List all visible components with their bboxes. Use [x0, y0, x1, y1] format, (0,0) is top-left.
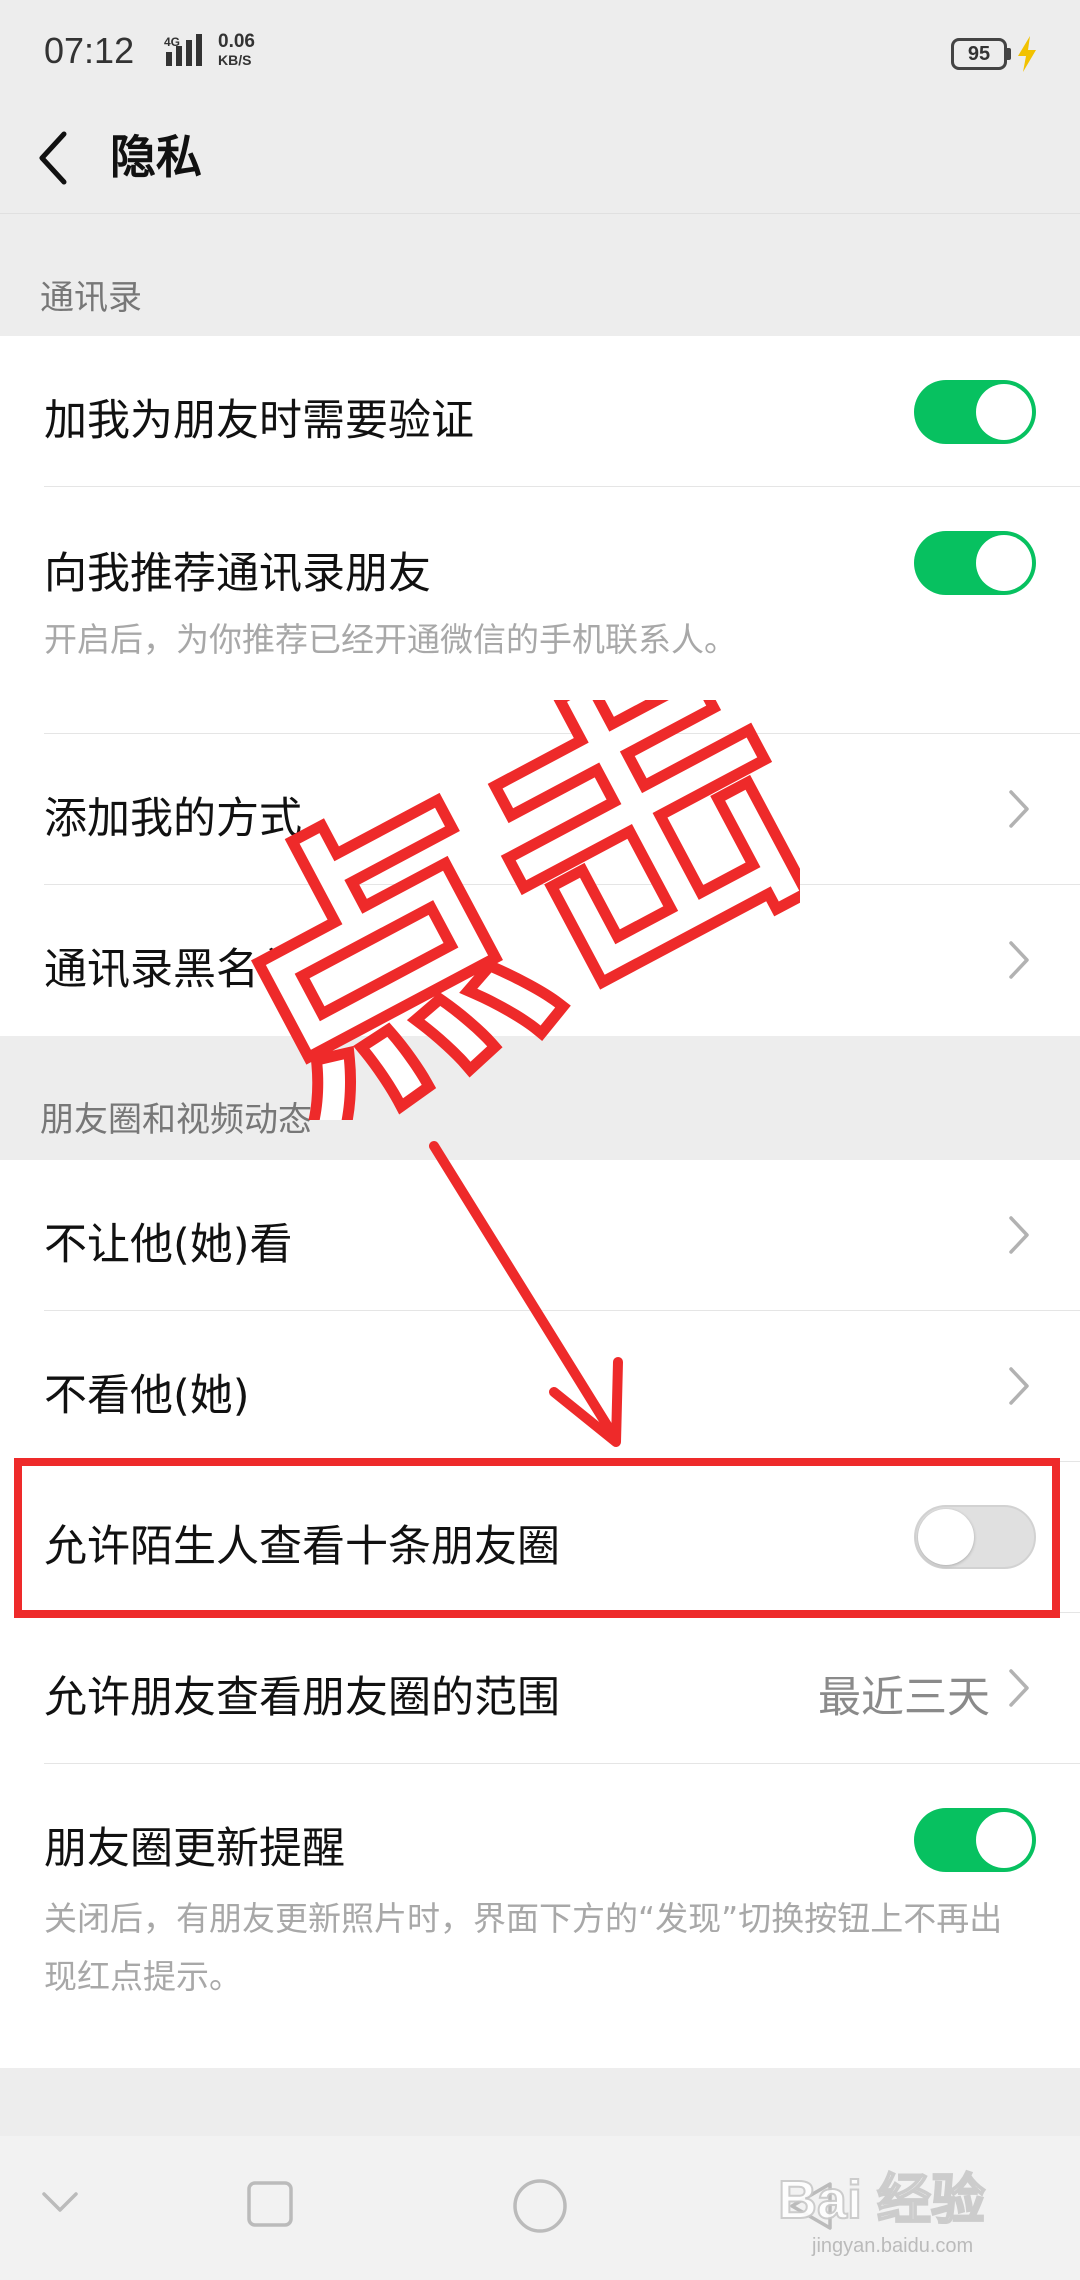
status-bar: 07:12 4G 0.06 KB/S 95 [0, 0, 1080, 110]
visible-range-value: 最近三天 [818, 1673, 990, 1723]
page-title: 隐私 [110, 130, 202, 184]
row-description: 开启后，为你推荐已经开通微信的手机联系人。 [44, 620, 737, 659]
toggle-knob [976, 535, 1032, 591]
signal-icon: 4G [164, 34, 202, 66]
toggle-knob [976, 1812, 1032, 1868]
chevron-right-icon [1009, 790, 1029, 828]
annotation-text: 点击 [240, 700, 800, 1120]
charging-bolt-icon [1018, 36, 1036, 72]
speed-unit: KB/S [218, 52, 252, 68]
annotation-highlight-box [14, 1458, 1060, 1618]
row-friend-verification[interactable]: 加我为朋友时需要验证 [0, 336, 1080, 486]
row-label: 不让他(她)看 [44, 1220, 293, 1270]
toggle-knob [976, 384, 1032, 440]
section-header-contacts: 通讯录 [40, 278, 142, 318]
recommend-contacts-toggle[interactable] [914, 531, 1036, 595]
status-time: 07:12 [44, 30, 135, 71]
chevron-right-icon [1009, 1669, 1029, 1707]
row-update-reminder[interactable]: 朋友圈更新提醒 关闭后，有朋友更新照片时，界面下方的“发现”切换按钮上不再出现红… [0, 1764, 1080, 2068]
nav-header: 隐私 [0, 110, 1080, 214]
row-visible-range[interactable]: 允许朋友查看朋友圈的范围 最近三天 [0, 1613, 1080, 1763]
battery-icon: 95 [951, 38, 1007, 70]
recents-square-icon[interactable] [246, 2180, 294, 2228]
watermark-url: jingyan.baidu.com [811, 2235, 973, 2257]
row-label: 朋友圈更新提醒 [44, 1824, 345, 1874]
battery-level: 95 [967, 43, 991, 65]
row-description: 关闭后，有朋友更新照片时，界面下方的“发现”切换按钮上不再出现红点提示。 [44, 1899, 1003, 1996]
chevron-right-icon [1009, 941, 1029, 979]
home-circle-icon[interactable] [512, 2178, 568, 2234]
network-speed: 0.06 KB/S [218, 31, 255, 69]
content-bottom-gap [0, 2068, 1080, 2136]
annotation-arrow [429, 1141, 623, 1447]
row-label: 加我为朋友时需要验证 [44, 396, 474, 446]
row-label: 不看他(她) [44, 1371, 250, 1421]
back-arrow-icon[interactable] [34, 126, 74, 190]
annotation-click-text: 点击 [240, 700, 800, 1120]
baidu-jingyan-watermark: Bai 经验 jingyan.baidu.com [778, 2169, 986, 2257]
row-label: 向我推荐通讯录朋友 [44, 549, 431, 599]
chevron-right-icon [1009, 1367, 1029, 1405]
friend-verification-toggle[interactable] [914, 380, 1036, 444]
chevron-down-icon[interactable] [40, 2190, 80, 2216]
row-recommend-contacts[interactable]: 向我推荐通讯录朋友 开启后，为你推荐已经开通微信的手机联系人。 [0, 487, 1080, 733]
watermark-text: Bai 经验 [778, 2170, 985, 2230]
row-label: 允许朋友查看朋友圈的范围 [44, 1673, 560, 1723]
chevron-right-icon [1009, 1216, 1029, 1254]
battery-tip [1007, 48, 1011, 60]
update-reminder-toggle[interactable] [914, 1808, 1036, 1872]
speed-value: 0.06 [218, 31, 255, 52]
